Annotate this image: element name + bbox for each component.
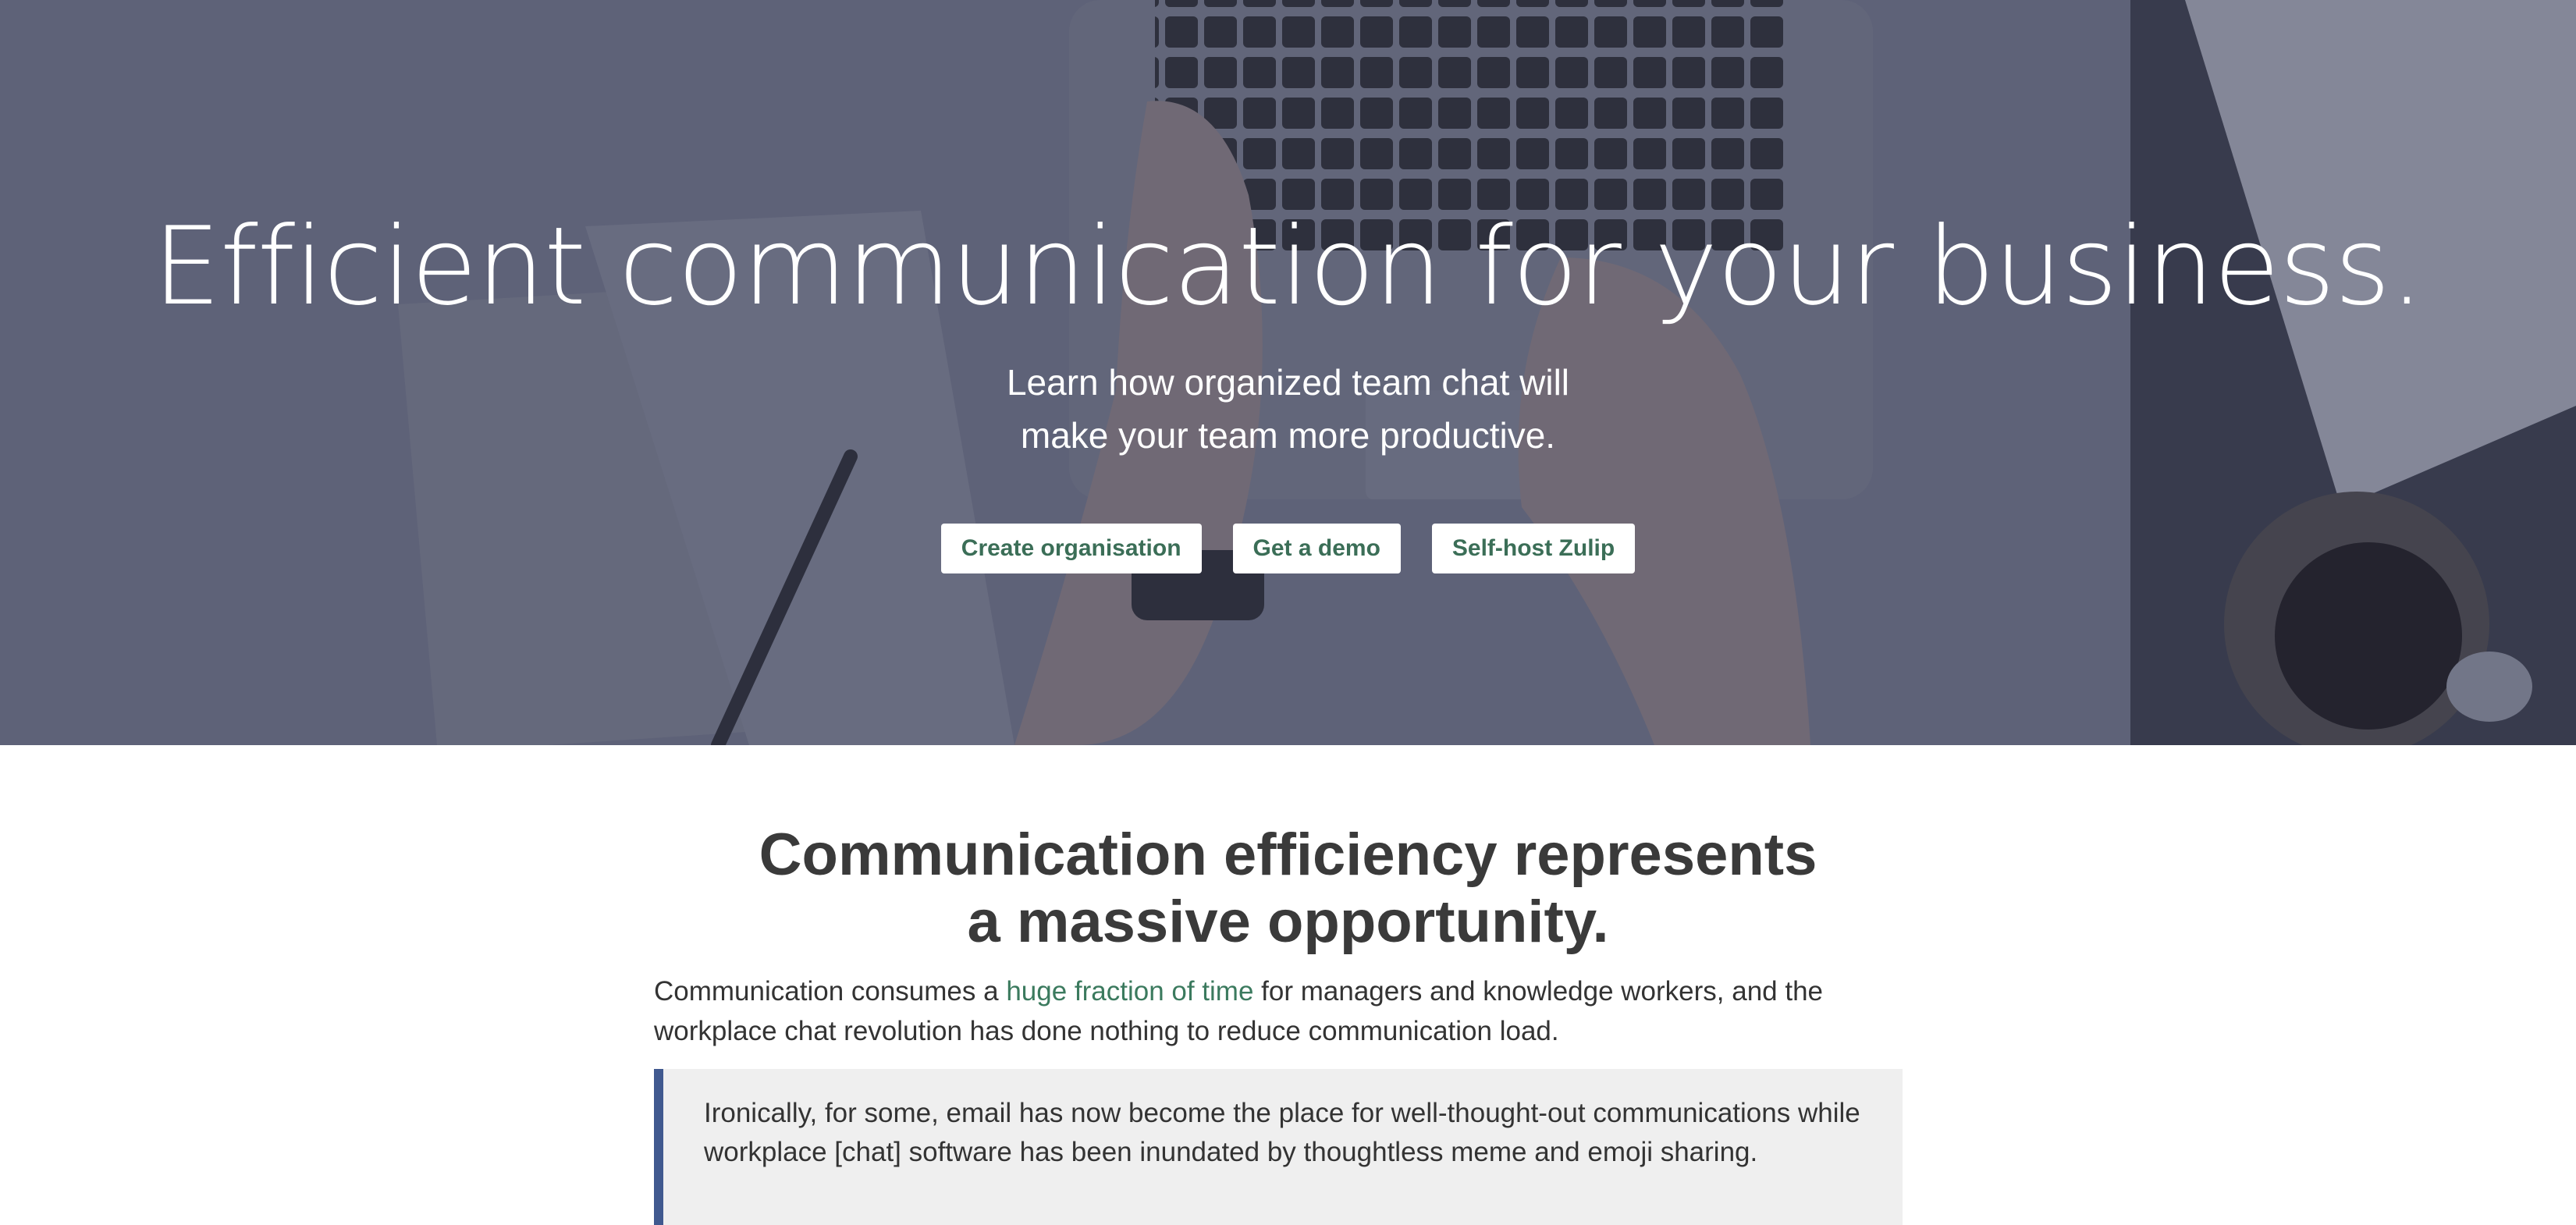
section-title-line-2: a massive opportunity. xyxy=(967,889,1609,955)
section-title: Communication efficiency represents a ma… xyxy=(0,822,2576,956)
quote-block: Ironically, for some, email has now beco… xyxy=(654,1069,1903,1225)
section-title-line-1: Communication efficiency represents xyxy=(759,822,1817,888)
intro-paragraph: Communication consumes a huge fraction o… xyxy=(654,971,1903,1051)
self-host-zulip-button[interactable]: Self-host Zulip xyxy=(1431,524,1636,573)
get-a-demo-button[interactable]: Get a demo xyxy=(1232,524,1401,573)
efficiency-section: Communication efficiency represents a ma… xyxy=(0,745,2576,1225)
create-organisation-button[interactable]: Create organisation xyxy=(940,524,1202,573)
huge-fraction-of-time-link[interactable]: huge fraction of time xyxy=(1006,976,1253,1007)
hero-title: Efficient communication for your busines… xyxy=(152,204,2424,329)
hero-subtitle: Learn how organized team chat will make … xyxy=(0,356,2576,462)
hero-subtitle-line-2: make your team more productive. xyxy=(1020,415,1556,456)
hero-button-row: Create organisation Get a demo Self-host… xyxy=(0,524,2576,573)
paragraph-text-start: Communication consumes a xyxy=(654,976,1007,1007)
hero-subtitle-line-1: Learn how organized team chat will xyxy=(1006,362,1570,403)
hero-banner: Efficient communication for your busines… xyxy=(0,0,2576,745)
